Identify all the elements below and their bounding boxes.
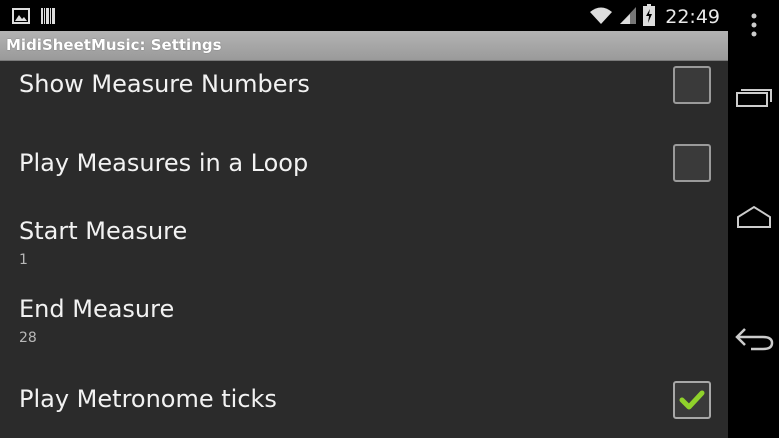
show-measure-numbers-checkbox[interactable] [673, 66, 711, 104]
picture-icon [12, 8, 30, 28]
pref-label: Play Measures in a Loop [19, 149, 309, 177]
pref-label: Show Measure Numbers [19, 70, 310, 98]
pref-label: Play Metronome ticks [19, 385, 277, 413]
checkmark-icon [679, 390, 705, 410]
pref-play-metronome-ticks[interactable]: Play Metronome ticks [0, 379, 728, 429]
preference-list: Show Measure Numbers Play Measures in a … [0, 61, 728, 438]
navigation-bar [728, 0, 779, 438]
pref-end-measure[interactable]: End Measure 28 [0, 289, 728, 349]
wifi-icon [589, 5, 613, 29]
pref-show-measure-numbers[interactable]: Show Measure Numbers [0, 61, 728, 111]
barcode-icon [40, 7, 56, 29]
signal-icon [619, 5, 637, 29]
status-bar: 22:49 [0, 0, 728, 31]
home-icon[interactable] [728, 205, 779, 229]
play-metronome-ticks-checkbox[interactable] [673, 381, 711, 419]
recent-apps-icon[interactable] [728, 86, 779, 108]
pref-label: Start Measure [19, 217, 188, 245]
menu-icon[interactable] [728, 12, 779, 38]
title-bar: MidiSheetMusic: Settings [0, 31, 728, 61]
pref-summary: 1 [19, 252, 28, 268]
play-measures-loop-checkbox[interactable] [673, 144, 711, 182]
battery-charging-icon [643, 4, 656, 30]
page-title: MidiSheetMusic: Settings [6, 36, 222, 54]
pref-label: End Measure [19, 295, 175, 323]
clock: 22:49 [665, 6, 720, 28]
pref-play-measures-loop[interactable]: Play Measures in a Loop [0, 139, 728, 189]
pref-start-measure[interactable]: Start Measure 1 [0, 211, 728, 271]
pref-summary: 28 [19, 330, 37, 346]
back-icon[interactable] [728, 325, 779, 353]
